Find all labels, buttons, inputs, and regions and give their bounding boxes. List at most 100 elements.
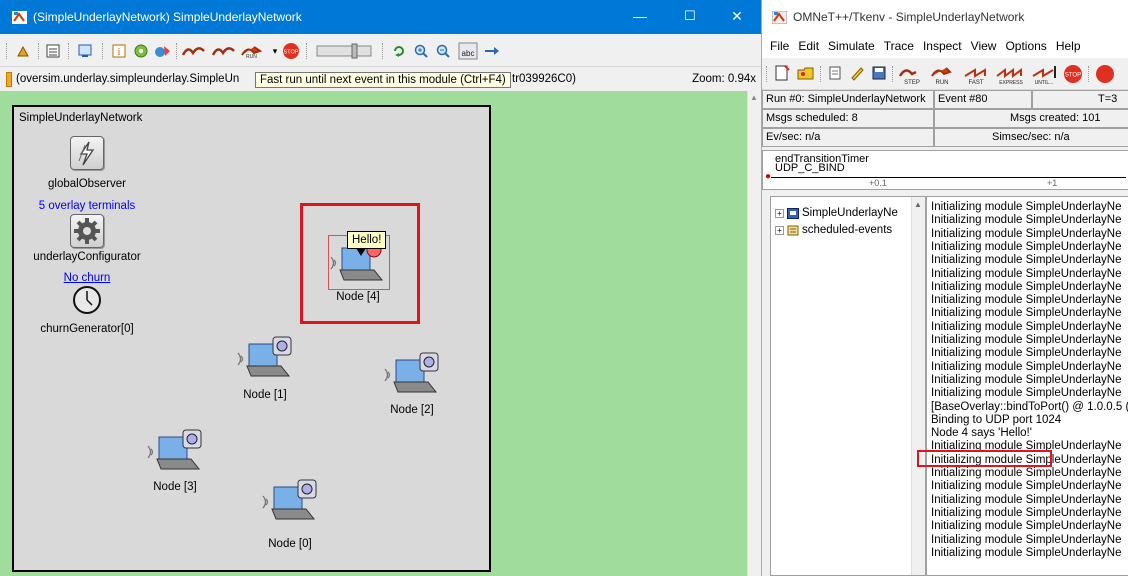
fast-button[interactable]: FAST	[962, 62, 992, 86]
log-line: Initializing module SimpleUnderlayNe	[931, 294, 1122, 307]
step-icon[interactable]	[182, 42, 206, 60]
menu-trace[interactable]: Trace	[880, 34, 919, 58]
until-button[interactable]: UNTIL...	[1030, 62, 1060, 86]
omnet-app-icon	[12, 11, 27, 24]
queue-icon	[787, 225, 799, 235]
step-button[interactable]: STEP	[896, 62, 928, 86]
title-bar[interactable]: OMNeT++/Tkenv - SimpleUnderlayNetwork	[762, 0, 1128, 34]
labels-icon[interactable]: abc	[458, 42, 478, 60]
maximize-icon[interactable]: ☐	[680, 8, 700, 24]
menu-bar: File Edit Simulate Trace Inspect View Op…	[762, 34, 1128, 58]
menu-options[interactable]: Options	[1001, 34, 1051, 58]
log-line: Initializing module SimpleUnderlayNe	[931, 373, 1122, 386]
log-line: Binding to UDP port 1024	[931, 413, 1062, 426]
svg-text:abc: abc	[462, 49, 475, 58]
refresh-icon[interactable]	[390, 42, 408, 60]
stop-icon[interactable]: STOP	[282, 42, 300, 60]
log-line: Initializing module SimpleUnderlayNe	[931, 254, 1122, 267]
zoom-in-icon[interactable]	[412, 42, 430, 60]
node4-label: Node [4]	[336, 291, 380, 303]
vertical-scrollbar[interactable]: ▲	[747, 91, 761, 576]
laptop-icon[interactable]	[260, 477, 320, 527]
menu-simulate[interactable]: Simulate	[824, 34, 880, 58]
speed-slider[interactable]	[316, 42, 372, 60]
stop-label: STOP	[1065, 73, 1081, 79]
log-icon[interactable]	[76, 42, 94, 60]
run-icon[interactable]	[212, 42, 236, 60]
params-icon[interactable]	[132, 42, 150, 60]
layout-icon[interactable]	[44, 42, 62, 60]
copy-icon[interactable]	[826, 64, 844, 82]
next-tool-icon[interactable]	[1094, 63, 1116, 85]
node3-label: Node [3]	[153, 481, 197, 493]
tooltip: Fast run until next event in this module…	[255, 72, 511, 88]
laptop-icon[interactable]	[382, 350, 442, 400]
svg-text:i: i	[118, 47, 121, 58]
tree-item-network[interactable]: + SimpleUnderlayNe	[775, 207, 898, 219]
node0-label: Node [0]	[268, 538, 312, 550]
minimize-icon[interactable]: —	[630, 8, 650, 24]
express-button[interactable]: EXPRESS	[994, 62, 1028, 86]
log-line: Initializing module SimpleUnderlayNe	[931, 480, 1122, 493]
simsec-per-sec-value: Simsec/sec: n/a	[992, 131, 1070, 143]
new-run-icon[interactable]	[772, 64, 792, 82]
msgs-created-value: Msgs created: 101	[1010, 112, 1101, 124]
scroll-up-icon[interactable]: ▲	[914, 200, 922, 209]
tree-scrollbar[interactable]: ▲	[911, 197, 925, 575]
msgs-created: Msgs created: 101	[934, 109, 1128, 128]
global-observer-icon[interactable]	[70, 136, 104, 170]
tree-item-scheduled[interactable]: + scheduled-events	[775, 224, 892, 236]
scroll-up-icon[interactable]: ▲	[750, 93, 758, 102]
tkenv-main-window: OMNeT++/Tkenv - SimpleUnderlayNetwork Fi…	[761, 0, 1128, 576]
clock-icon[interactable]	[72, 285, 102, 315]
menu-file[interactable]: File	[766, 34, 794, 58]
stop-button[interactable]: STOP	[1062, 63, 1084, 85]
event-log[interactable]: Initializing module SimpleUnderlayNe Init…	[926, 196, 1128, 576]
timeline-msg-2[interactable]: UDP_C_BIND	[775, 163, 845, 174]
info-icon[interactable]: i	[110, 42, 128, 60]
run-button[interactable]: RUN	[928, 62, 958, 86]
gear-icon[interactable]	[70, 214, 104, 248]
log-line: Initializing module SimpleUnderlayNe	[931, 520, 1122, 533]
pencil-icon[interactable]	[848, 64, 866, 82]
zoom-level: Zoom: 0.94x	[692, 73, 756, 85]
log-line: Initializing module SimpleUnderlayNe	[931, 467, 1122, 479]
arrow-icon[interactable]	[482, 42, 502, 60]
laptop-icon[interactable]	[235, 334, 295, 384]
window-title: OMNeT++/Tkenv - SimpleUnderlayNetwork	[793, 10, 1025, 24]
save-icon[interactable]	[870, 64, 888, 82]
inspector-toolbar: i RUN ▾ STOP abc	[0, 34, 761, 67]
mode-icon[interactable]	[154, 42, 172, 60]
menu-view[interactable]: View	[967, 34, 1002, 58]
menu-inspect[interactable]: Inspect	[919, 34, 967, 58]
laptop-icon[interactable]	[145, 427, 205, 477]
log-line: Initializing module SimpleUnderlayNe	[931, 387, 1122, 400]
log-line: Initializing module SimpleUnderlayNe	[931, 334, 1122, 346]
title-bar[interactable]: (SimpleUnderlayNetwork) SimpleUnderlayNe…	[0, 0, 761, 34]
expand-icon[interactable]: +	[775, 208, 784, 218]
log-line: Initializing module SimpleUnderlayNe	[931, 347, 1122, 360]
zoom-out-icon[interactable]	[434, 42, 452, 60]
network-inspector-window: (SimpleUnderlayNetwork) SimpleUnderlayNe…	[0, 0, 761, 576]
menu-help[interactable]: Help	[1052, 34, 1086, 58]
load-network-icon[interactable]	[796, 64, 816, 82]
close-icon[interactable]: ✕	[727, 8, 747, 25]
no-churn-label: No churn	[63, 272, 111, 284]
omnet-app-icon	[772, 11, 787, 24]
menu-edit[interactable]: Edit	[794, 34, 824, 58]
fast-run-icon[interactable]: RUN	[240, 42, 264, 60]
chevron-down-icon[interactable]: ▾	[268, 42, 282, 60]
log-line: Initializing module SimpleUnderlayNe	[931, 214, 1122, 227]
step-label: STEP	[904, 80, 920, 86]
timeline[interactable]: endTransitionTimer UDP_C_BIND ● +0.1 +1	[762, 150, 1128, 190]
event-number: Event #80	[934, 90, 1032, 109]
until-label: UNTIL...	[1035, 80, 1054, 86]
log-line: Initializing module SimpleUnderlayNe	[931, 227, 1122, 240]
expand-icon[interactable]: +	[775, 225, 784, 235]
global-observer-label: globalObserver	[48, 178, 126, 190]
highlight-box-log	[917, 450, 1052, 467]
redraw-icon[interactable]	[14, 42, 32, 60]
timeline-axis	[771, 177, 1126, 178]
fast-label: FAST	[968, 80, 983, 86]
log-line: Initializing module SimpleUnderlayNe	[931, 360, 1122, 373]
